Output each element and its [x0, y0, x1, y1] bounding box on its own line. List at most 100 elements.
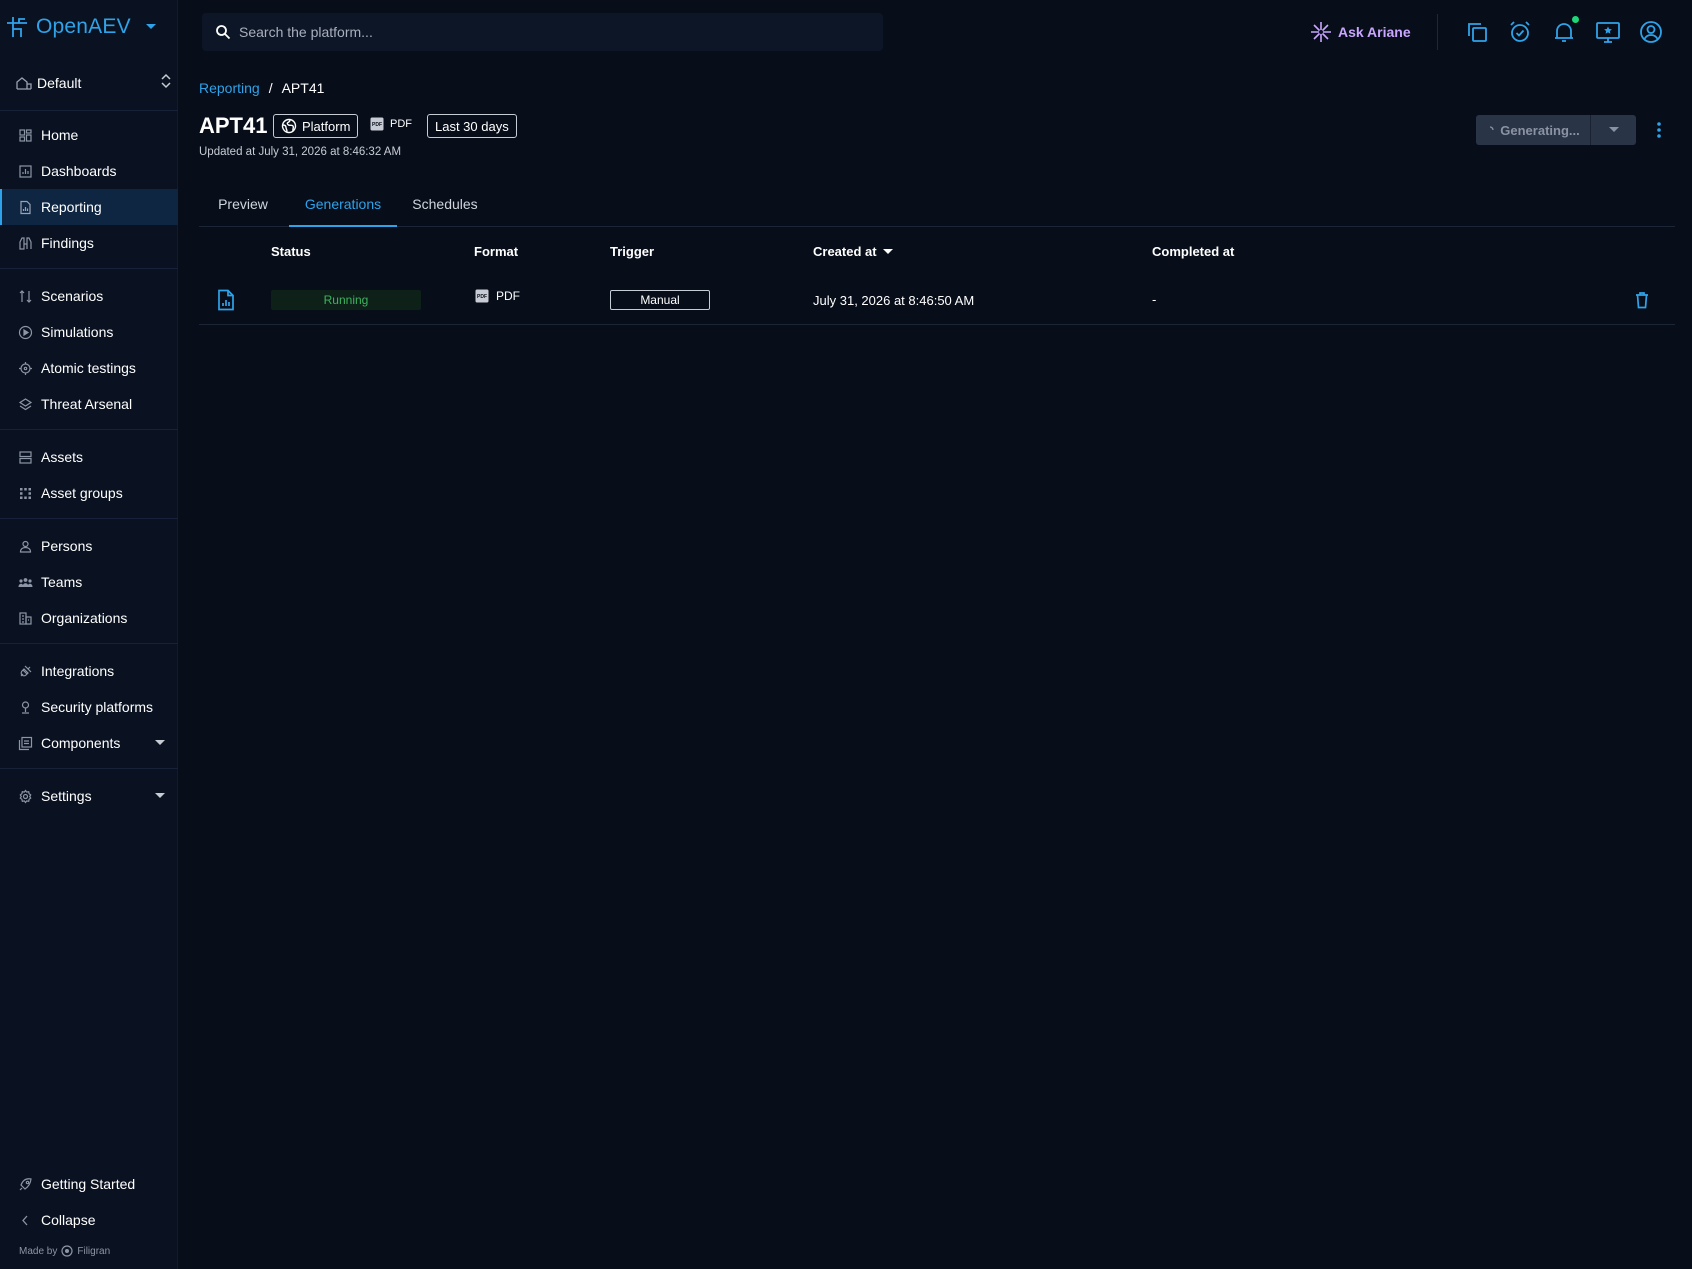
chevron-down-icon[interactable]: [145, 23, 157, 31]
breadcrumb: Reporting / APT41: [199, 80, 324, 96]
copy-icon[interactable]: [1464, 19, 1490, 45]
sidebar-item-organizations[interactable]: Organizations: [0, 600, 178, 636]
unfold-icon[interactable]: [160, 72, 172, 90]
scenarios-icon: [19, 289, 32, 303]
pdf-file-icon: PDF: [475, 289, 489, 303]
scope-chip-label: Platform: [302, 118, 351, 134]
openaev-logo-icon: [7, 17, 27, 37]
breadcrumb-separator: /: [268, 80, 273, 96]
column-header-label: Format: [474, 244, 519, 259]
table-row[interactable]: Running PDF PDF Manual July 31, 2026 at …: [199, 276, 1675, 325]
sidebar-item-security-platforms[interactable]: Security platforms: [0, 689, 178, 725]
updated-timestamp: Updated at July 31, 2026 at 8:46:32 AM: [199, 146, 402, 158]
created-at-cell: July 31, 2026 at 8:46:50 AM: [813, 293, 975, 308]
sidebar-item-label: Settings: [41, 788, 92, 804]
sidebar-item-persons[interactable]: Persons: [0, 528, 178, 564]
tab-label: Preview: [218, 196, 268, 212]
tab-schedules[interactable]: Schedules: [399, 182, 491, 226]
svg-text:PDF: PDF: [477, 294, 487, 300]
sidebar-divider: [0, 643, 178, 644]
persons-icon: [19, 540, 32, 553]
sidebar-item-label: Dashboards: [41, 163, 117, 179]
sidebar-item-scenarios[interactable]: Scenarios: [0, 278, 178, 314]
settings-icon: [19, 789, 32, 803]
sidebar-item-label: Persons: [41, 538, 93, 554]
assets-icon: [19, 450, 32, 464]
sidebar: OpenAEV Default Home Dashboards Reportin…: [0, 0, 178, 1269]
ask-ariane-button[interactable]: Ask Ariane: [1310, 21, 1411, 43]
column-header-label: Created at: [813, 244, 877, 259]
chevron-down-icon[interactable]: [155, 740, 165, 746]
scope-chip: Platform: [273, 114, 359, 138]
sidebar-item-teams[interactable]: Teams: [0, 564, 178, 600]
account-icon[interactable]: [1638, 19, 1664, 45]
sidebar-divider: [0, 768, 178, 769]
screen-star-icon[interactable]: [1595, 19, 1621, 45]
spinner-icon: [1490, 126, 1494, 131]
column-header-format[interactable]: Format: [474, 244, 518, 259]
sidebar-item-assets[interactable]: Assets: [0, 439, 178, 475]
threat-arsenal-icon: [18, 397, 33, 410]
tab-bar: Preview Generations Schedules: [199, 182, 1675, 227]
topbar-divider: [1437, 14, 1438, 50]
trigger-label: Manual: [640, 293, 680, 307]
more-vert-icon[interactable]: [1652, 119, 1666, 141]
period-chip-label: Last 30 days: [435, 118, 509, 134]
made-by-company: Filigran: [77, 1245, 111, 1257]
sidebar-item-label: Findings: [41, 235, 94, 251]
sidebar-item-settings[interactable]: Settings: [0, 778, 178, 814]
sidebar-divider: [0, 518, 178, 519]
column-header-trigger[interactable]: Trigger: [610, 244, 654, 259]
app-logo[interactable]: OpenAEV: [4, 12, 157, 42]
sidebar-item-label: Components: [41, 735, 121, 751]
status-label: Running: [323, 293, 369, 307]
chevron-down-icon[interactable]: [155, 793, 165, 799]
integrations-icon: [20, 665, 32, 676]
column-header-status[interactable]: Status: [271, 244, 311, 259]
format-indicator: PDF PDF: [370, 117, 412, 131]
sidebar-item-components[interactable]: Components: [0, 725, 178, 761]
generate-button[interactable]: Generating...: [1476, 115, 1591, 145]
sidebar-divider: [0, 429, 178, 430]
generate-options-button[interactable]: [1591, 115, 1636, 145]
pdf-file-icon: PDF: [370, 117, 384, 131]
sidebar-item-asset-groups[interactable]: Asset groups: [0, 475, 178, 511]
page-title: APT41: [199, 113, 268, 138]
sidebar-item-atomic-testings[interactable]: Atomic testings: [0, 350, 178, 386]
sidebar-item-getting-started[interactable]: Getting Started: [0, 1166, 178, 1202]
sidebar-item-label: Integrations: [41, 663, 115, 679]
sidebar-item-reporting[interactable]: Reporting: [0, 189, 178, 225]
sidebar-item-threat-arsenal[interactable]: Threat Arsenal: [0, 386, 178, 422]
search-input[interactable]: [239, 24, 839, 40]
sidebar-item-label: Scenarios: [41, 288, 104, 304]
sparkle-icon: [1311, 22, 1331, 42]
asset-groups-icon: [20, 487, 31, 499]
filigran-logo-icon: [61, 1245, 73, 1257]
delete-icon[interactable]: [1635, 291, 1649, 309]
column-header-created-at[interactable]: Created at: [813, 244, 893, 259]
notification-badge: [1572, 16, 1579, 23]
made-by: Made by Filigran: [19, 1245, 110, 1257]
sidebar-collapse-button[interactable]: Collapse: [0, 1202, 178, 1238]
sidebar-item-integrations[interactable]: Integrations: [0, 653, 178, 689]
sidebar-item-simulations[interactable]: Simulations: [0, 314, 178, 350]
tab-label: Generations: [304, 196, 382, 212]
components-icon: [18, 736, 33, 750]
tab-generations[interactable]: Generations: [289, 182, 397, 227]
bell-icon[interactable]: [1551, 19, 1577, 45]
generate-split-button: Generating...: [1476, 115, 1636, 145]
sidebar-item-label: Atomic testings: [41, 360, 136, 376]
sidebar-item-home[interactable]: Home: [0, 117, 178, 153]
atomic-testings-icon: [19, 361, 32, 375]
tab-preview[interactable]: Preview: [199, 182, 287, 226]
sort-descending-icon[interactable]: [882, 248, 893, 255]
sidebar-item-dashboards[interactable]: Dashboards: [0, 153, 178, 189]
reporting-icon: [20, 200, 31, 214]
alarm-icon[interactable]: [1507, 19, 1533, 45]
workspace-selector[interactable]: Default: [16, 70, 172, 96]
breadcrumb-reporting-link[interactable]: Reporting: [199, 80, 260, 96]
sidebar-item-findings[interactable]: Findings: [0, 225, 178, 261]
search-bar[interactable]: [202, 13, 883, 51]
app-name: OpenAEV: [36, 15, 131, 38]
column-header-completed-at[interactable]: Completed at: [1152, 244, 1234, 259]
